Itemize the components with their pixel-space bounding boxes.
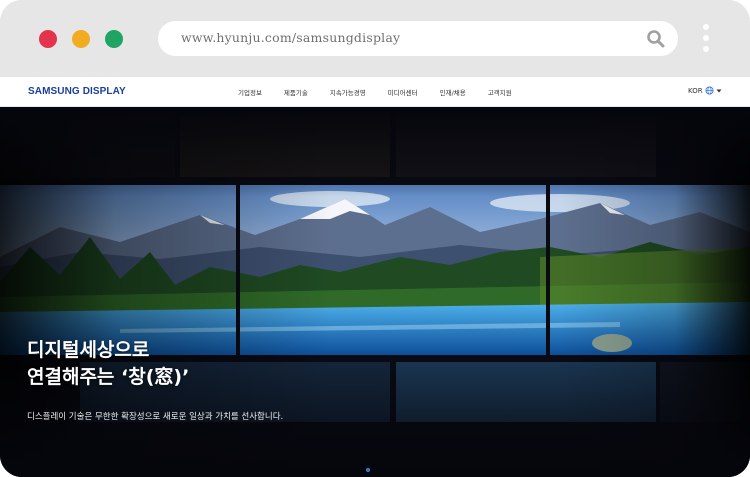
more-icon[interactable]: [700, 24, 712, 54]
menu-item-sustainability[interactable]: 지속가능경영: [330, 87, 366, 97]
minimize-dot[interactable]: [72, 30, 90, 48]
maximize-dot[interactable]: [105, 30, 123, 48]
language-selector[interactable]: KOR: [688, 86, 722, 95]
menu-item-company[interactable]: 기업정보: [238, 87, 262, 97]
url-text[interactable]: www.hyunju.com/samsungdisplay: [181, 30, 400, 45]
menu-item-media[interactable]: 미디어센터: [388, 87, 418, 97]
language-label: KOR: [688, 86, 703, 95]
search-icon[interactable]: [646, 29, 666, 49]
hero-banner: 디지털세상으로 연결해주는 ‘창(窓)’ 디스플레이 기술은 무한한 확장성으로…: [0, 107, 750, 477]
menu-item-careers[interactable]: 인재/채용: [440, 87, 466, 97]
browser-window: www.hyunju.com/samsungdisplay SAMSUNG DI…: [0, 0, 750, 477]
hero-subtext: 디스플레이 기술은 무한한 확장성으로 새로운 일상과 가치를 선사합니다.: [27, 412, 284, 422]
address-bar[interactable]: www.hyunju.com/samsungdisplay: [158, 21, 678, 56]
hero-headline: 디지털세상으로 연결해주는 ‘창(窓)’: [27, 337, 189, 391]
close-dot[interactable]: [39, 30, 57, 48]
main-menu: 기업정보 제품기술 지속가능경영 미디어센터 인재/채용 고객지원: [238, 87, 534, 97]
headline-line-1: 디지털세상으로: [27, 339, 150, 361]
web-page: SAMSUNG DISPLAY 기업정보 제품기술 지속가능경영 미디어센터 인…: [0, 77, 750, 477]
globe-icon: [705, 86, 714, 95]
site-header: SAMSUNG DISPLAY 기업정보 제품기술 지속가능경영 미디어센터 인…: [0, 77, 750, 107]
chevron-down-icon: [716, 89, 722, 92]
browser-chrome: www.hyunju.com/samsungdisplay: [0, 0, 750, 77]
samsung-display-logo[interactable]: SAMSUNG DISPLAY: [28, 86, 126, 97]
menu-item-support[interactable]: 고객지원: [488, 87, 512, 97]
headline-line-2: 연결해주는 ‘창(窓)’: [27, 366, 190, 388]
slide-indicator[interactable]: [366, 468, 370, 472]
menu-item-products[interactable]: 제품기술: [284, 87, 308, 97]
